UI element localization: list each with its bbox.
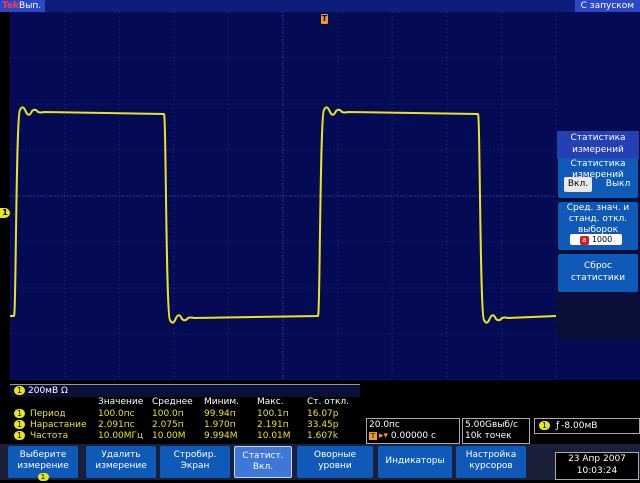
date: 23 Апр 2007 — [568, 454, 626, 464]
gating-button[interactable]: Стробир. Экран — [160, 446, 230, 478]
statistics-button[interactable]: Статист. Вкл. — [234, 446, 292, 478]
ch1-waveform-trace — [10, 106, 557, 324]
header-mean: Среднее — [152, 397, 193, 407]
trigger-mode-label: С запуском — [574, 0, 640, 12]
statistics-on-option[interactable]: Вкл. — [564, 177, 592, 192]
channel-scale-readout[interactable]: 1 200мВ Ω — [10, 384, 360, 397]
row-std: 33.45p — [307, 420, 339, 430]
row-value: 10.00МГц — [98, 431, 144, 441]
waveform-display[interactable] — [10, 12, 640, 380]
top-status-bar: TekВып. С запуском — [0, 0, 640, 12]
trigger-readout[interactable]: 1 ƒ -8.00мВ — [534, 418, 640, 434]
row-std: 16.07p — [307, 409, 339, 419]
row-std: 1.607k — [307, 431, 338, 441]
measurement-header-row: Значение Среднее Миним. Макс. Ст. откл. — [10, 397, 360, 407]
row-max: 100.1п — [257, 409, 289, 419]
header-value: Значение — [98, 397, 144, 407]
ch1-ground-marker[interactable]: 1 — [0, 208, 10, 218]
row-ch-badge: 1 — [14, 420, 25, 429]
horizontal-position: 0.00000 с — [390, 431, 436, 441]
trigger-icon: T — [369, 432, 377, 440]
delay-arrow-icon: ▸▾ — [379, 431, 389, 441]
statistics-off-option[interactable]: Выкл — [604, 177, 632, 192]
rising-edge-icon: ƒ — [556, 421, 560, 431]
sample-rate: 5.00Gвыб/с — [465, 420, 518, 430]
run-state: Вып. — [19, 1, 42, 11]
trigger-position-marker[interactable]: T — [321, 14, 328, 24]
header-min: Миним. — [204, 397, 239, 407]
header-max: Макс. — [257, 397, 284, 407]
side-menu: Статистика измерений Статистика измерени… — [556, 130, 640, 340]
cursor-setup-button[interactable]: Настройка курсоров — [456, 446, 526, 478]
row-min: 1.970п — [204, 420, 236, 430]
horizontal-position-line: T ▸▾ 0.00000 с — [369, 431, 436, 441]
record-length: 10k точек — [465, 431, 512, 441]
multipurpose-knob-a-icon: a — [579, 236, 589, 245]
select-measurement-label: Выберите измерение — [17, 450, 69, 471]
table-row: 1 Нарастание 2.091пс 2.075п 1.970п 2.191… — [10, 420, 360, 430]
brand-logo: Tek — [2, 1, 20, 11]
reset-statistics-button[interactable]: Сброс статистики — [558, 254, 638, 292]
measurement-table: Значение Среднее Миним. Макс. Ст. откл. … — [10, 397, 360, 443]
time: 10:03:24 — [576, 466, 618, 476]
averaging-count: 1000 — [591, 235, 613, 244]
horizontal-readout[interactable]: 20.0пс T ▸▾ 0.00000 с — [366, 418, 460, 444]
row-value: 2.091пс — [98, 420, 135, 430]
averaging-label: Сред. знач. и станд. откл. выборок — [566, 203, 630, 235]
row-name: Период — [30, 409, 66, 419]
row-max: 10.01M — [257, 431, 291, 441]
row-ch-badge: 1 — [14, 409, 25, 418]
header-std: Ст. откл. — [307, 397, 350, 407]
remove-measurement-button[interactable]: Удалить измерение — [86, 446, 156, 478]
ch1-scale: 200мВ Ω — [28, 386, 68, 396]
row-ch-badge: 1 — [14, 431, 25, 440]
side-menu-title: Статистика измерений — [557, 131, 639, 159]
row-name: Частота — [30, 431, 69, 441]
table-row: 1 Частота 10.00МГц 10.00M 9.994M 10.01M … — [10, 431, 360, 441]
reference-levels-button[interactable]: Оворные уровни — [297, 446, 373, 478]
row-mean: 100.0п — [152, 409, 184, 419]
bottom-menu: Выберите измерение 1 Удалить измерение С… — [0, 444, 640, 481]
row-value: 100.0пс — [98, 409, 135, 419]
date-time-display: 23 Апр 2007 10:03:24 — [555, 452, 639, 480]
acquisition-readout[interactable]: 5.00Gвыб/с 10k точек — [462, 418, 530, 444]
ch1-badge: 1 — [14, 386, 25, 395]
row-max: 2.191п — [257, 420, 289, 430]
indicators-button[interactable]: Индикаторы — [378, 446, 452, 478]
trigger-source-badge: 1 — [539, 421, 550, 430]
table-row: 1 Период 100.0пс 100.0п 99.94п 100.1п 16… — [10, 409, 360, 419]
graticule-and-trace — [10, 12, 557, 380]
row-mean: 2.075п — [152, 420, 184, 430]
row-name: Нарастание — [30, 420, 87, 430]
graticule-grid — [10, 12, 557, 380]
trigger-level: -8.00мВ — [561, 421, 598, 431]
averaging-value[interactable]: a 1000 — [570, 234, 622, 245]
horizontal-scale: 20.0пс — [369, 420, 400, 430]
row-mean: 10.00M — [152, 431, 186, 441]
row-min: 99.94п — [204, 409, 236, 419]
select-measurement-button[interactable]: Выберите измерение 1 — [8, 446, 78, 481]
run-status: TekВып. — [0, 0, 46, 12]
row-min: 9.994M — [204, 431, 238, 441]
